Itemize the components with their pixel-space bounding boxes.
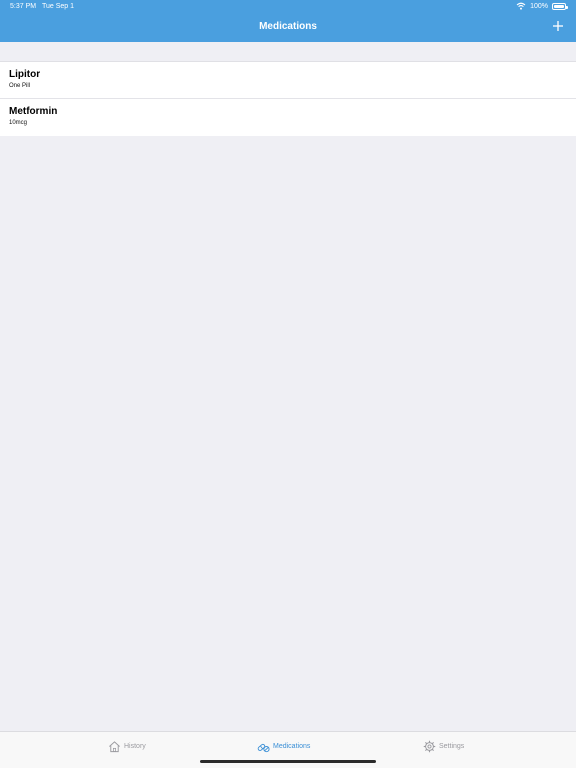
medication-list: Lipitor One Pill Metformin 10mcg	[0, 62, 576, 136]
section-header-spacer	[0, 42, 576, 62]
medication-name: Metformin	[9, 106, 58, 117]
battery-percent: 100%	[530, 2, 548, 10]
tab-medications-label: Medications	[273, 743, 311, 750]
list-item[interactable]: Lipitor One Pill	[0, 62, 576, 99]
plus-icon	[553, 21, 563, 31]
tab-medications[interactable]: Medications	[257, 740, 310, 753]
medication-dose: 10mcg	[9, 120, 28, 126]
tab-settings[interactable]: Settings	[423, 740, 464, 753]
status-date: Tue Sep 1	[42, 3, 75, 10]
tab-settings-label: Settings	[439, 743, 465, 750]
tab-history-label: History	[124, 743, 146, 750]
list-item[interactable]: Metformin 10mcg	[0, 99, 576, 136]
house-icon	[109, 741, 120, 753]
battery-icon	[552, 2, 568, 10]
add-medication-button[interactable]	[550, 18, 566, 34]
home-indicator[interactable]	[200, 760, 376, 763]
page-title: Medications	[259, 21, 317, 32]
wifi-icon	[516, 2, 526, 10]
pills-icon	[257, 743, 270, 753]
status-time: 5:37 PM	[10, 3, 37, 10]
tab-bar: History Medications Settings	[0, 731, 576, 768]
tab-history[interactable]: History	[108, 740, 146, 753]
header: 5:37 PM Tue Sep 1 100% Medications	[0, 0, 576, 42]
gear-icon	[423, 740, 436, 753]
status-bar: 5:37 PM Tue Sep 1 100%	[0, 0, 576, 14]
medications-screen: 5:37 PM Tue Sep 1 100% Medications Lipit…	[0, 0, 576, 768]
medication-dose: One Pill	[9, 83, 31, 89]
status-right: 100%	[516, 2, 568, 10]
medication-name: Lipitor	[9, 69, 41, 80]
